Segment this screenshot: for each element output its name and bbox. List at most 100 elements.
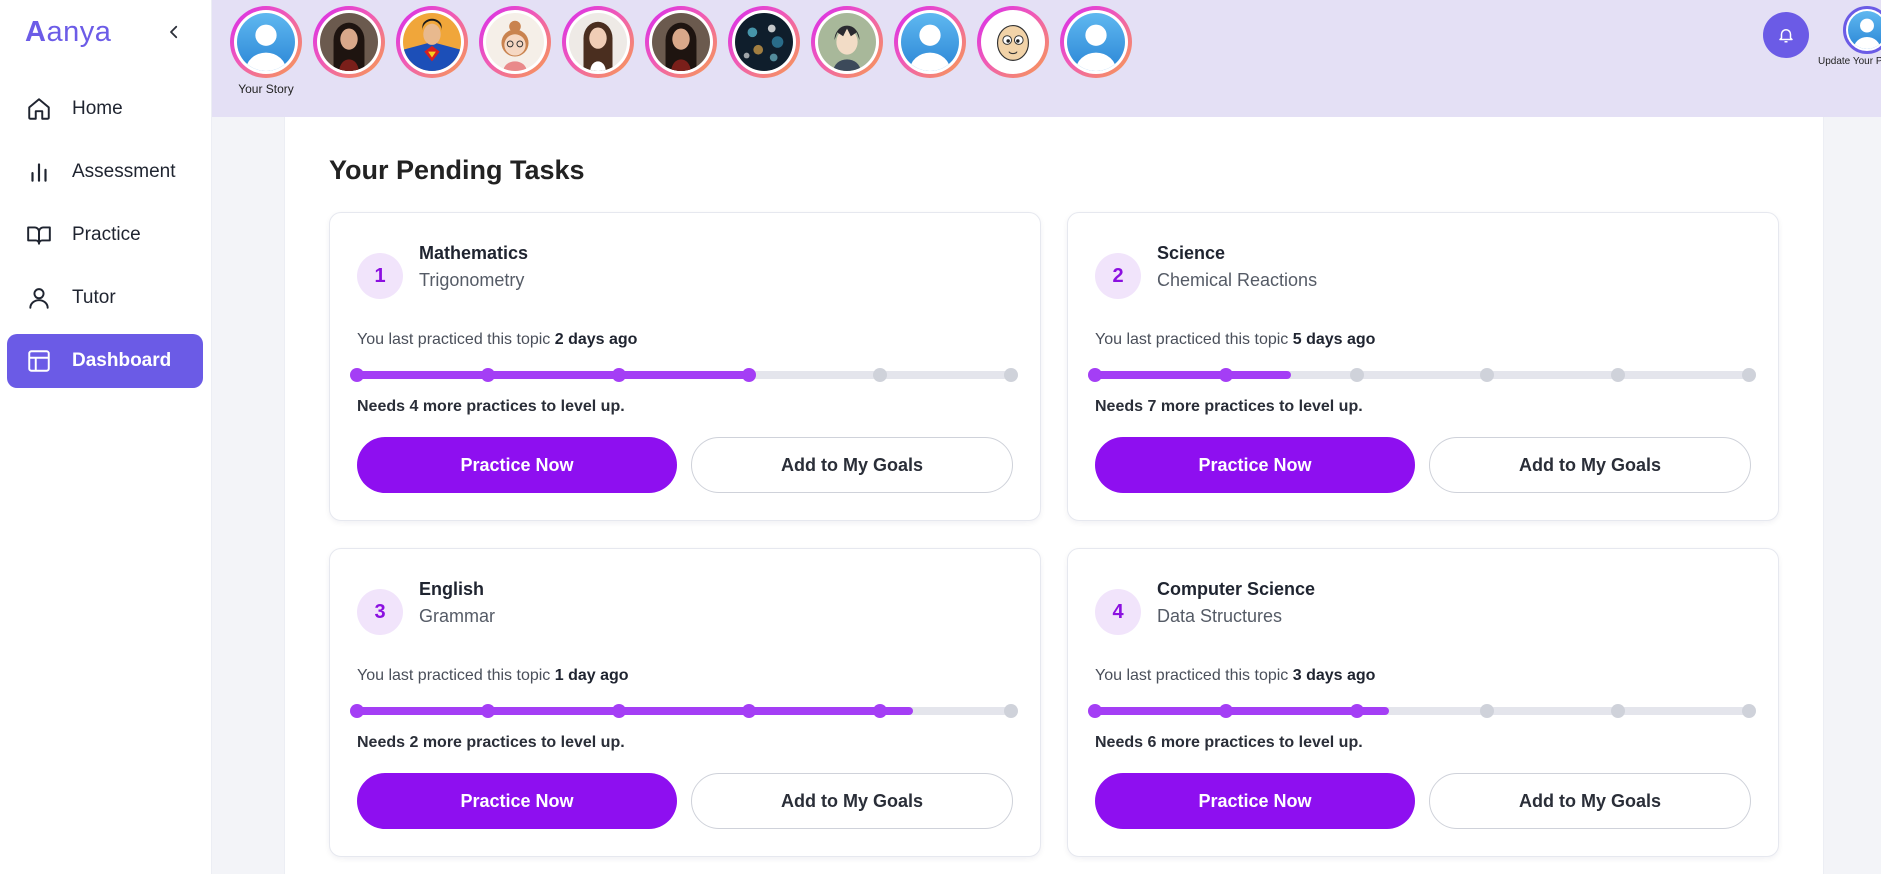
task-card: 4 Computer Science Data Structures You l… xyxy=(1067,548,1779,857)
story-label: Your Story xyxy=(238,82,294,96)
cartoon-girl-avatar xyxy=(486,13,544,71)
story-ring[interactable] xyxy=(977,6,1049,78)
notifications-button[interactable] xyxy=(1763,12,1809,58)
needs-more-text: Needs 7 more practices to level up. xyxy=(1095,398,1363,415)
needs-more-text: Needs 6 more practices to level up. xyxy=(1095,734,1363,751)
progress-checkpoint-dot xyxy=(1004,704,1018,718)
default-user-avatar xyxy=(901,13,959,71)
task-number-badge: 1 xyxy=(357,253,403,299)
sidebar-item-dashboard[interactable]: Dashboard xyxy=(7,334,203,388)
add-to-goals-button[interactable]: Add to My Goals xyxy=(691,773,1013,829)
task-topic: Grammar xyxy=(419,606,495,626)
default-user-avatar xyxy=(237,13,295,71)
sidebar-nav: Home Assessment Practice Tutor Dashboard xyxy=(7,82,203,397)
task-number-badge: 3 xyxy=(357,589,403,635)
profile-avatar[interactable] xyxy=(1843,6,1881,54)
book-icon xyxy=(25,221,53,249)
collapse-sidebar-button[interactable] xyxy=(160,18,188,46)
woman-brunette-avatar xyxy=(569,13,627,71)
progress-checkpoint-dot xyxy=(1349,704,1364,718)
sidebar-item-tutor[interactable]: Tutor xyxy=(7,271,203,325)
last-practiced: You last practiced this topic 3 days ago xyxy=(1095,667,1376,684)
sidebar-item-assessment[interactable]: Assessment xyxy=(7,145,203,199)
bar-chart-icon xyxy=(25,158,53,186)
sidebar-item-label: Tutor xyxy=(72,287,116,308)
progress-checkpoint-dot xyxy=(1349,368,1364,382)
update-profile-label[interactable]: Update Your Pr xyxy=(1818,56,1881,67)
profile-menu[interactable]: Update Your Pr xyxy=(1818,6,1881,67)
last-practiced: You last practiced this topic 5 days ago xyxy=(1095,331,1376,348)
task-topic: Chemical Reactions xyxy=(1157,270,1318,290)
task-number-badge: 2 xyxy=(1095,253,1141,299)
default-user-avatar xyxy=(1067,13,1125,71)
progress-checkpoint-dot xyxy=(480,704,495,718)
practice-now-button[interactable]: Practice Now xyxy=(1095,437,1415,493)
progress-checkpoint-dot xyxy=(611,704,626,718)
task-subject: Computer Science xyxy=(1157,579,1316,599)
story-ring[interactable] xyxy=(1060,6,1132,78)
story-item[interactable]: Your Story xyxy=(230,6,302,96)
story-ring[interactable] xyxy=(811,6,883,78)
progress-track xyxy=(1088,704,1756,718)
brand-logo[interactable]: Aanya xyxy=(25,16,111,49)
needs-more-text: Needs 2 more practices to level up. xyxy=(357,734,625,751)
story-item[interactable] xyxy=(396,6,468,78)
add-to-goals-button[interactable]: Add to My Goals xyxy=(1429,437,1751,493)
practice-now-button[interactable]: Practice Now xyxy=(357,437,677,493)
progress-checkpoint-dot xyxy=(1218,704,1233,718)
sidebar-item-label: Assessment xyxy=(72,161,176,182)
story-ring[interactable] xyxy=(479,6,551,78)
sidebar-item-practice[interactable]: Practice xyxy=(7,208,203,262)
progress-checkpoint-dot xyxy=(742,368,757,382)
task-card: 3 English Grammar You last practiced thi… xyxy=(329,548,1041,857)
progress-fill xyxy=(357,371,750,379)
story-item[interactable] xyxy=(728,6,800,78)
story-item[interactable] xyxy=(977,6,1049,78)
task-number-badge: 4 xyxy=(1095,589,1141,635)
anime-boy-avatar xyxy=(818,13,876,71)
progress-checkpoint-dot xyxy=(1088,704,1102,718)
progress-checkpoint-dot xyxy=(350,368,364,382)
progress-checkpoint-dot xyxy=(611,368,626,382)
story-item[interactable] xyxy=(562,6,634,78)
add-to-goals-button[interactable]: Add to My Goals xyxy=(691,437,1013,493)
chevron-left-icon xyxy=(170,25,178,39)
story-item[interactable] xyxy=(811,6,883,78)
user-icon xyxy=(25,284,53,312)
task-subject: Science xyxy=(1157,243,1226,263)
story-item[interactable] xyxy=(894,6,966,78)
story-ring[interactable] xyxy=(645,6,717,78)
progress-checkpoint-dot xyxy=(742,704,757,718)
progress-fill xyxy=(357,707,913,715)
story-ring[interactable] xyxy=(396,6,468,78)
progress-checkpoint-dot xyxy=(1480,704,1495,718)
story-ring[interactable] xyxy=(562,6,634,78)
practice-now-button[interactable]: Practice Now xyxy=(357,773,677,829)
story-item[interactable] xyxy=(313,6,385,78)
story-ring[interactable] xyxy=(728,6,800,78)
progress-checkpoint-dot xyxy=(1742,704,1756,718)
story-item[interactable] xyxy=(479,6,551,78)
story-ring[interactable] xyxy=(230,6,302,78)
woman-dark-hair-avatar xyxy=(652,13,710,71)
progress-track xyxy=(350,368,1018,382)
layout-icon xyxy=(25,347,53,375)
sidebar-item-home[interactable]: Home xyxy=(7,82,203,136)
progress-checkpoint-dot xyxy=(1742,368,1756,382)
story-ring[interactable] xyxy=(894,6,966,78)
needs-more-text: Needs 4 more practices to level up. xyxy=(357,398,625,415)
progress-checkpoint-dot xyxy=(1611,368,1626,382)
story-ring[interactable] xyxy=(313,6,385,78)
last-practiced: You last practiced this topic 1 day ago xyxy=(357,667,629,684)
practice-now-button[interactable]: Practice Now xyxy=(1095,773,1415,829)
home-icon xyxy=(25,95,53,123)
city-lights-avatar xyxy=(735,13,793,71)
sidebar-item-label: Practice xyxy=(72,224,141,245)
task-card: 1 Mathematics Trigonometry You last prac… xyxy=(329,212,1041,521)
progress-checkpoint-dot xyxy=(350,704,364,718)
task-card: 2 Science Chemical Reactions You last pr… xyxy=(1067,212,1779,521)
add-to-goals-button[interactable]: Add to My Goals xyxy=(1429,773,1751,829)
story-item[interactable] xyxy=(1060,6,1132,78)
story-item[interactable] xyxy=(645,6,717,78)
progress-checkpoint-dot xyxy=(1480,368,1495,382)
